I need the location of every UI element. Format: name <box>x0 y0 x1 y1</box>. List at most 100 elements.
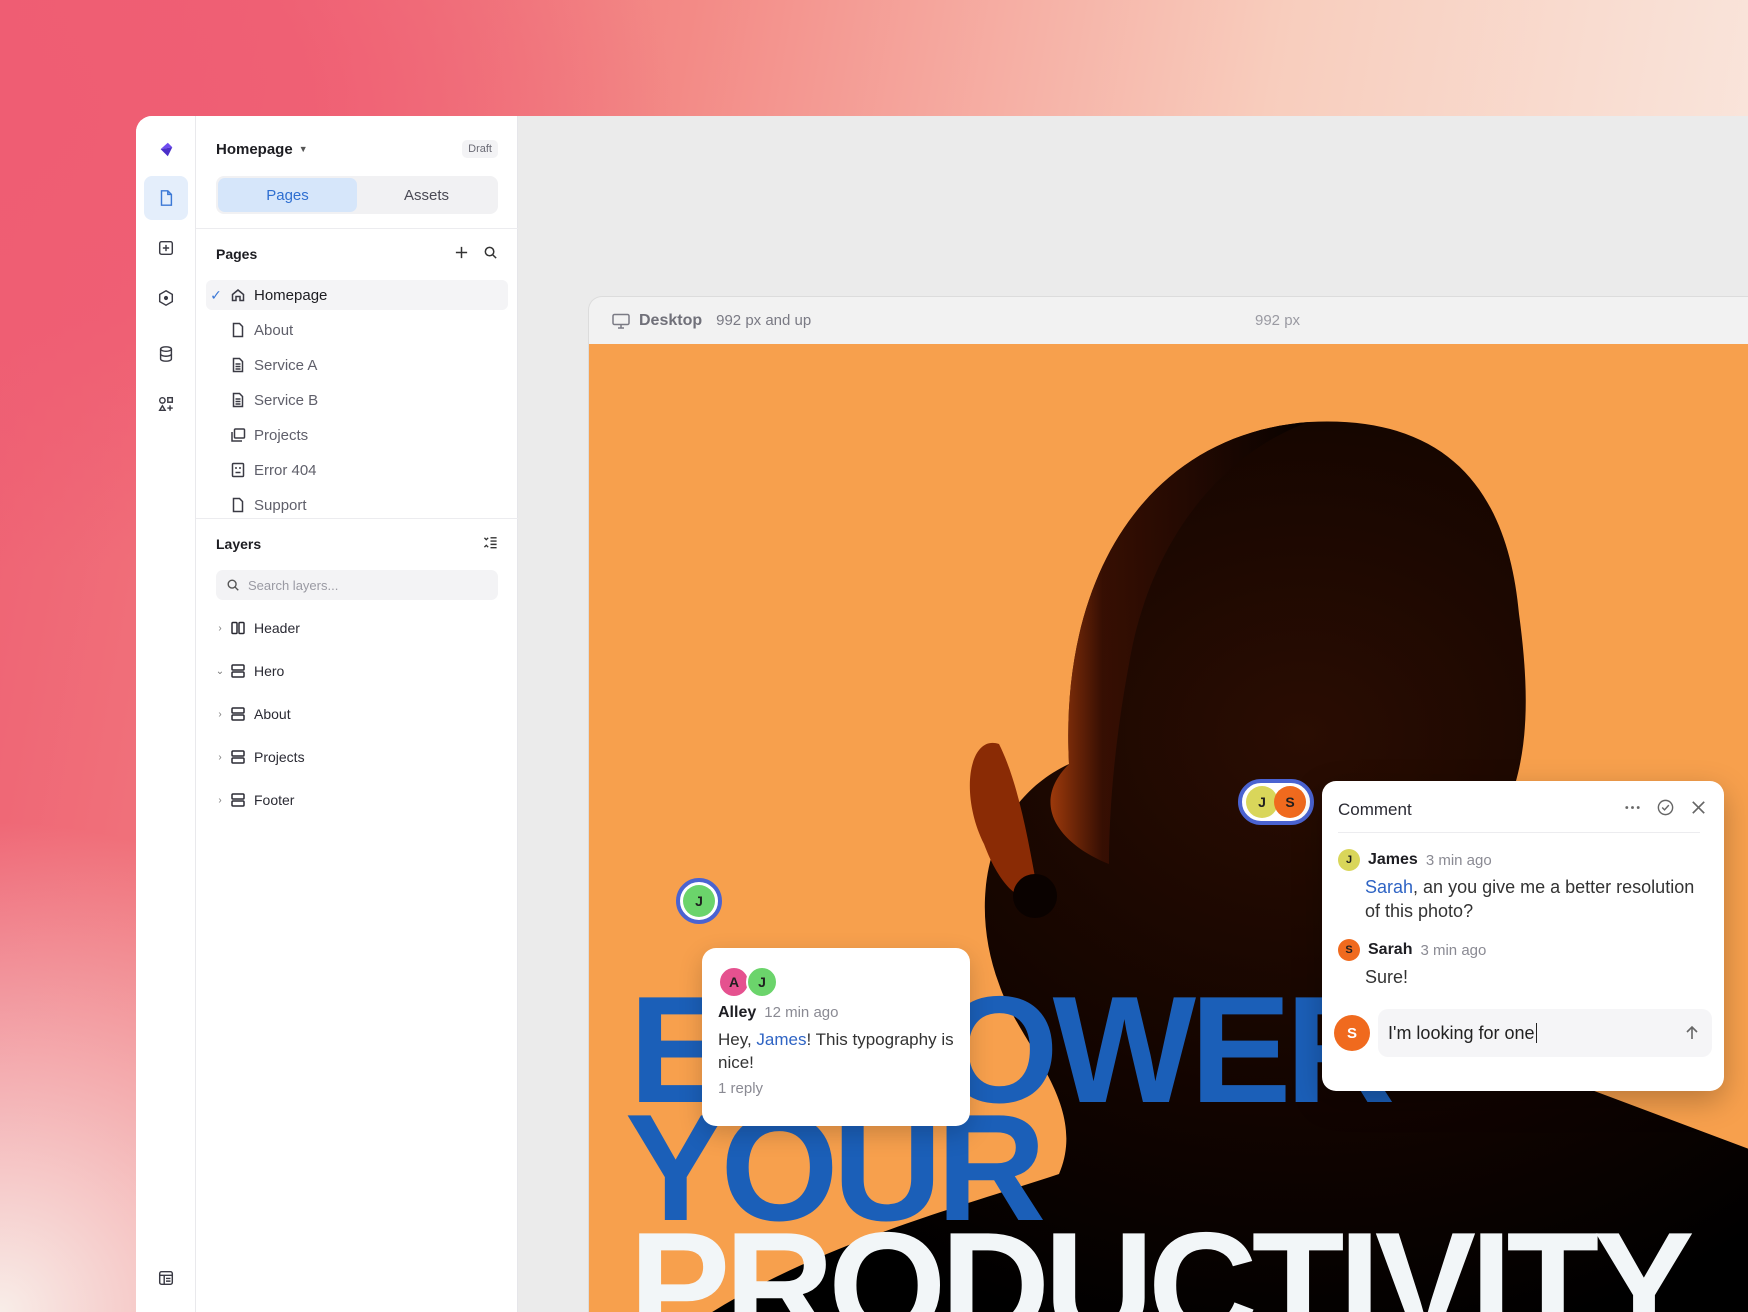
comment-panel-title: Comment <box>1338 800 1412 819</box>
comment-time: 3 min ago <box>1420 941 1487 959</box>
comment-bubble[interactable]: A J Alley 12 min ago Hey, James! This ty… <box>702 948 970 1126</box>
layer-item-about[interactable]: › About <box>214 699 498 729</box>
page-item-service-a[interactable]: Service A <box>206 350 508 380</box>
close-icon[interactable] <box>1689 798 1708 822</box>
comment-text: Sure! <box>1365 967 1409 987</box>
comment-time: 12 min ago <box>764 1004 839 1021</box>
avatar: S <box>1274 786 1306 818</box>
layer-item-label: Hero <box>254 663 285 679</box>
reply-input-value: I'm looking for one <box>1388 1022 1535 1043</box>
pages-section-header: Pages <box>216 242 498 266</box>
reply-box: S I'm looking for one <box>1334 1007 1712 1059</box>
page-text-icon <box>232 392 244 408</box>
search-icon <box>227 579 239 591</box>
page-item-about[interactable]: About <box>206 315 508 345</box>
status-badge: Draft <box>462 140 498 158</box>
page-text-icon <box>232 357 244 373</box>
rows-icon <box>231 750 245 764</box>
page-item-label: Service B <box>254 391 319 409</box>
icon-rail <box>136 116 196 1312</box>
layers-section-title: Layers <box>216 536 262 552</box>
comment-pin-group[interactable]: J S <box>1238 779 1314 825</box>
send-arrow-icon[interactable] <box>1682 1023 1702 1043</box>
comment-author: Sarah <box>1368 941 1413 958</box>
avatar: J <box>1338 849 1360 871</box>
layer-item-projects[interactable]: › Projects <box>214 742 498 772</box>
resolve-icon[interactable] <box>1656 798 1675 822</box>
page-item-error-404[interactable]: Error 404 <box>206 455 508 485</box>
app-logo-icon[interactable] <box>144 128 188 172</box>
page-selector[interactable]: Homepage ▼ <box>216 141 308 158</box>
components-icon[interactable] <box>144 276 188 320</box>
widgets-icon[interactable] <box>144 382 188 426</box>
rows-icon <box>231 664 245 678</box>
chevron-right-icon[interactable]: › <box>214 752 226 763</box>
chevron-right-icon[interactable]: › <box>214 795 226 806</box>
breakpoint-range: 992 px and up <box>716 312 812 329</box>
page-item-label: About <box>254 321 294 339</box>
layer-item-label: Footer <box>254 792 295 808</box>
layers-search <box>216 570 498 600</box>
layer-item-hero[interactable]: ⌄ Hero <box>214 656 498 686</box>
avatar: S <box>1338 939 1360 961</box>
chevron-down-icon[interactable]: ⌄ <box>214 666 226 677</box>
error-page-icon <box>231 462 245 478</box>
page-item-label: Error 404 <box>254 461 317 479</box>
rows-icon <box>231 707 245 721</box>
home-icon <box>231 289 245 302</box>
page-item-support[interactable]: Support <box>206 490 508 520</box>
page-item-label: Projects <box>254 426 309 444</box>
search-layers-input[interactable] <box>248 577 478 593</box>
comment-text-part: , an you give me a better resolution of … <box>1365 877 1695 921</box>
add-element-icon[interactable] <box>144 226 188 270</box>
search-pages-icon[interactable] <box>483 245 498 263</box>
comment-time: 3 min ago <box>1425 851 1492 869</box>
tab-assets[interactable]: Assets <box>357 178 496 212</box>
columns-icon <box>231 621 245 635</box>
layer-item-label: Header <box>254 620 300 636</box>
chevron-right-icon[interactable]: › <box>214 623 226 634</box>
page-item-label: Service A <box>254 356 318 374</box>
comment-text: Sarah, an you give me a better resolutio… <box>1365 875 1705 923</box>
layer-item-header[interactable]: › Header <box>214 613 498 643</box>
reply-count[interactable]: 1 reply <box>718 1080 954 1097</box>
editor-window: Homepage ▼ Draft Pages Assets Pages ✓ Ho… <box>136 116 1748 1312</box>
collapse-layers-icon[interactable] <box>483 535 498 553</box>
layer-item-footer[interactable]: › Footer <box>214 785 498 815</box>
breakpoint-name: Desktop <box>639 311 703 329</box>
page-item-homepage[interactable]: ✓ Homepage <box>206 280 508 310</box>
pages-icon[interactable] <box>144 176 188 220</box>
layer-item-label: About <box>254 706 291 722</box>
layer-item-label: Projects <box>254 749 305 765</box>
page-item-projects[interactable]: Projects <box>206 420 508 450</box>
panel-header: Homepage ▼ Draft <box>216 136 498 162</box>
desktop-icon <box>612 313 630 329</box>
chevron-right-icon[interactable]: › <box>214 709 226 720</box>
breakpoint-width: 992 px <box>1255 312 1301 329</box>
divider <box>196 228 518 229</box>
divider <box>1338 832 1700 833</box>
comment-header: J James 3 min ago <box>1338 849 1492 871</box>
comment-panel: Comment J James 3 min ago Sarah, an you … <box>1322 781 1724 1091</box>
panel-tabs: Pages Assets <box>216 176 498 214</box>
tab-pages[interactable]: Pages <box>218 178 357 212</box>
mention[interactable]: James <box>756 1030 806 1049</box>
comment-pin[interactable]: J <box>676 878 722 924</box>
database-icon[interactable] <box>144 332 188 376</box>
comment-author: Alley <box>718 1004 757 1021</box>
more-icon[interactable] <box>1623 798 1642 822</box>
hero-line-3[interactable]: PRODUCTIVITY <box>629 1210 1695 1312</box>
page-item-label: Support <box>254 496 307 514</box>
avatar: J <box>746 966 778 998</box>
divider <box>196 518 518 519</box>
layout-icon[interactable] <box>144 1256 188 1300</box>
mention[interactable]: Sarah <box>1365 877 1413 897</box>
rows-icon <box>231 793 245 807</box>
avatar: J <box>683 885 715 917</box>
avatar: S <box>1334 1015 1370 1051</box>
page-icon <box>232 497 244 513</box>
breakpoint-bar[interactable]: Desktop 992 px and up 992 px <box>588 296 1748 344</box>
page-item-service-b[interactable]: Service B <box>206 385 508 415</box>
add-page-icon[interactable] <box>454 245 469 263</box>
reply-input[interactable]: I'm looking for one <box>1378 1009 1712 1057</box>
